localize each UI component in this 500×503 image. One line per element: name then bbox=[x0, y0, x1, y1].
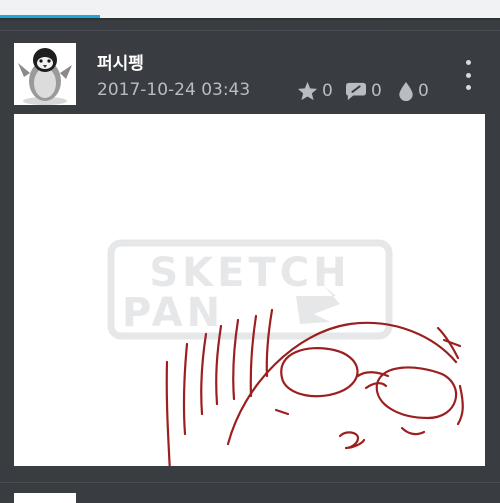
comment-icon bbox=[345, 82, 366, 101]
drop-count[interactable]: 0 bbox=[398, 80, 429, 102]
divider bbox=[0, 482, 500, 483]
divider bbox=[0, 30, 500, 31]
star-count[interactable]: 0 bbox=[297, 80, 333, 102]
post-author-name[interactable]: 퍼시펭 bbox=[97, 49, 144, 74]
top-tab-bar bbox=[0, 0, 500, 21]
drop-icon bbox=[399, 81, 413, 101]
drop-count-value: 0 bbox=[418, 81, 429, 101]
more-options-button[interactable] bbox=[462, 60, 474, 90]
next-post-avatar[interactable] bbox=[14, 493, 76, 503]
watermark-line-2: PAN bbox=[122, 290, 224, 336]
top-bar-shadow bbox=[0, 18, 500, 21]
avatar[interactable] bbox=[14, 43, 76, 105]
penguin-avatar-image bbox=[18, 48, 72, 105]
sketchpan-watermark: SKETCH PAN bbox=[107, 239, 393, 340]
sketch-drawing: SKETCH PAN bbox=[107, 239, 464, 466]
comment-count[interactable]: 0 bbox=[345, 80, 382, 102]
drawing-canvas[interactable]: SKETCH PAN bbox=[14, 114, 485, 466]
more-vertical-icon bbox=[465, 60, 471, 65]
comment-count-value: 0 bbox=[371, 81, 382, 101]
star-count-value: 0 bbox=[322, 81, 333, 101]
star-icon bbox=[297, 81, 318, 101]
post-timestamp: 2017-10-24 03:43 bbox=[97, 80, 251, 100]
